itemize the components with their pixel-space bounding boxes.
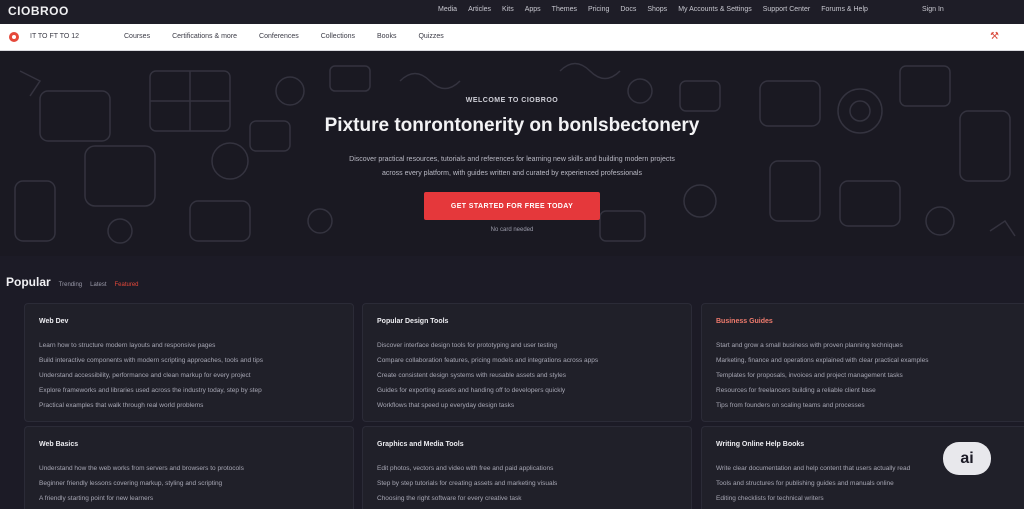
sub-nav-link[interactable]: Books: [377, 33, 396, 40]
ai-assistant-button[interactable]: ai: [943, 442, 991, 475]
sub-nav-link[interactable]: Certifications & more: [172, 33, 237, 40]
section-tab-featured[interactable]: Featured: [115, 282, 139, 288]
brand-icon[interactable]: [9, 32, 19, 42]
hero-subtitle-line: across every platform, with guides writt…: [382, 170, 642, 177]
signin-link[interactable]: Sign In: [922, 6, 944, 13]
card-line: Templates for proposals, invoices and pr…: [716, 372, 903, 379]
section-tab-latest[interactable]: Latest: [90, 282, 106, 288]
cta-note: No card needed: [490, 227, 534, 233]
card-title: Web Dev: [39, 318, 69, 325]
card-line: Understand accessibility, performance an…: [39, 372, 251, 379]
card-web-dev[interactable]: Web Dev Learn how to structure modern la…: [24, 303, 354, 422]
hero-eyebrow: WELCOME TO CIOBROO: [465, 97, 559, 104]
card-title: Business Guides: [716, 318, 773, 325]
top-nav-link[interactable]: Shops: [647, 6, 667, 13]
top-nav-link[interactable]: Forums & Help: [821, 6, 868, 13]
card-line: Step by step tutorials for creating asse…: [377, 480, 558, 487]
section-tab-trending[interactable]: Trending: [59, 282, 82, 288]
card-line: Edit photos, vectors and video with free…: [377, 465, 554, 472]
card-body: Learn how to structure modern layouts an…: [39, 338, 339, 413]
card-line: Resources for freelancers building a rel…: [716, 387, 876, 394]
tools-icon[interactable]: ⚒: [990, 32, 999, 42]
card-business-guides[interactable]: Business Guides Start and grow a small b…: [701, 303, 1024, 422]
top-nav-link[interactable]: Media: [438, 6, 457, 13]
card-line: Compare collaboration features, pricing …: [377, 357, 599, 364]
sub-nav-brand[interactable]: IT TO FT TO 12: [30, 33, 79, 40]
card-line: Practical examples that walk through rea…: [39, 402, 204, 409]
top-nav-link[interactable]: Docs: [620, 6, 636, 13]
card-line: Marketing, finance and operations explai…: [716, 357, 929, 364]
sub-nav-link[interactable]: Quizzes: [418, 33, 443, 40]
hero-title: Pixture tonrontonerity on bonlsbectonery: [324, 115, 700, 136]
card-line: Tools and structures for publishing guid…: [716, 480, 894, 487]
top-nav-link[interactable]: Themes: [552, 6, 577, 13]
card-line: Beginner friendly lessons covering marku…: [39, 480, 223, 487]
site-logo[interactable]: CIOBROO: [8, 4, 69, 18]
card-body: Start and grow a small business with pro…: [716, 338, 1016, 413]
card-line: Choosing the right software for every cr…: [377, 495, 522, 502]
sub-nav-link[interactable]: Collections: [321, 33, 355, 40]
card-web-basics[interactable]: Web Basics Understand how the web works …: [24, 426, 354, 509]
sub-nav-links: Courses Certifications & more Conference…: [124, 33, 444, 40]
card-line: Start and grow a small business with pro…: [716, 342, 903, 349]
hero-subtitle-line: Discover practical resources, tutorials …: [349, 156, 675, 163]
card-graphics-media[interactable]: Graphics and Media Tools Edit photos, ve…: [362, 426, 692, 509]
card-line: A friendly starting point for new learne…: [39, 495, 154, 502]
card-line: Editing checklists for technical writers: [716, 495, 824, 502]
section-header: Popular Trending Latest Featured: [6, 275, 139, 289]
card-design-tools[interactable]: Popular Design Tools Discover interface …: [362, 303, 692, 422]
sub-nav-link[interactable]: Courses: [124, 33, 150, 40]
card-line: Create consistent design systems with re…: [377, 372, 566, 379]
top-bar: CIOBROO Media Articles Kits Apps Themes …: [0, 0, 1024, 24]
card-line: Tips from founders on scaling teams and …: [716, 402, 865, 409]
card-line: Discover interface design tools for prot…: [377, 342, 557, 349]
card-body: Understand how the web works from server…: [39, 461, 339, 506]
card-line: Understand how the web works from server…: [39, 465, 244, 472]
card-line: Build interactive components with modern…: [39, 357, 264, 364]
sub-nav-link[interactable]: Conferences: [259, 33, 299, 40]
top-nav-link[interactable]: Support Center: [763, 6, 810, 13]
top-nav-link[interactable]: Kits: [502, 6, 514, 13]
top-nav-link[interactable]: Apps: [525, 6, 541, 13]
card-title: Writing Online Help Books: [716, 441, 805, 448]
card-body: Discover interface design tools for prot…: [377, 338, 677, 413]
top-nav: Media Articles Kits Apps Themes Pricing …: [438, 6, 868, 13]
card-line: Learn how to structure modern layouts an…: [39, 342, 216, 349]
top-nav-link[interactable]: Pricing: [588, 6, 609, 13]
card-title: Popular Design Tools: [377, 318, 449, 325]
card-line: Workflows that speed up everyday design …: [377, 402, 515, 409]
hero-banner: WELCOME TO CIOBROO Pixture tonrontonerit…: [0, 51, 1024, 256]
section-title: Popular: [6, 275, 51, 289]
sub-nav: IT TO FT TO 12 Courses Certifications & …: [0, 24, 1024, 51]
card-line: Guides for exporting assets and handing …: [377, 387, 566, 394]
card-line: Explore frameworks and libraries used ac…: [39, 387, 262, 394]
card-title: Web Basics: [39, 441, 79, 448]
card-title: Graphics and Media Tools: [377, 441, 464, 448]
top-nav-link[interactable]: Articles: [468, 6, 491, 13]
top-nav-link[interactable]: My Accounts & Settings: [678, 6, 752, 13]
get-started-button[interactable]: GET STARTED FOR FREE TODAY: [424, 192, 600, 220]
hero-subtitle: Discover practical resources, tutorials …: [300, 153, 724, 181]
card-body: Edit photos, vectors and video with free…: [377, 461, 677, 506]
